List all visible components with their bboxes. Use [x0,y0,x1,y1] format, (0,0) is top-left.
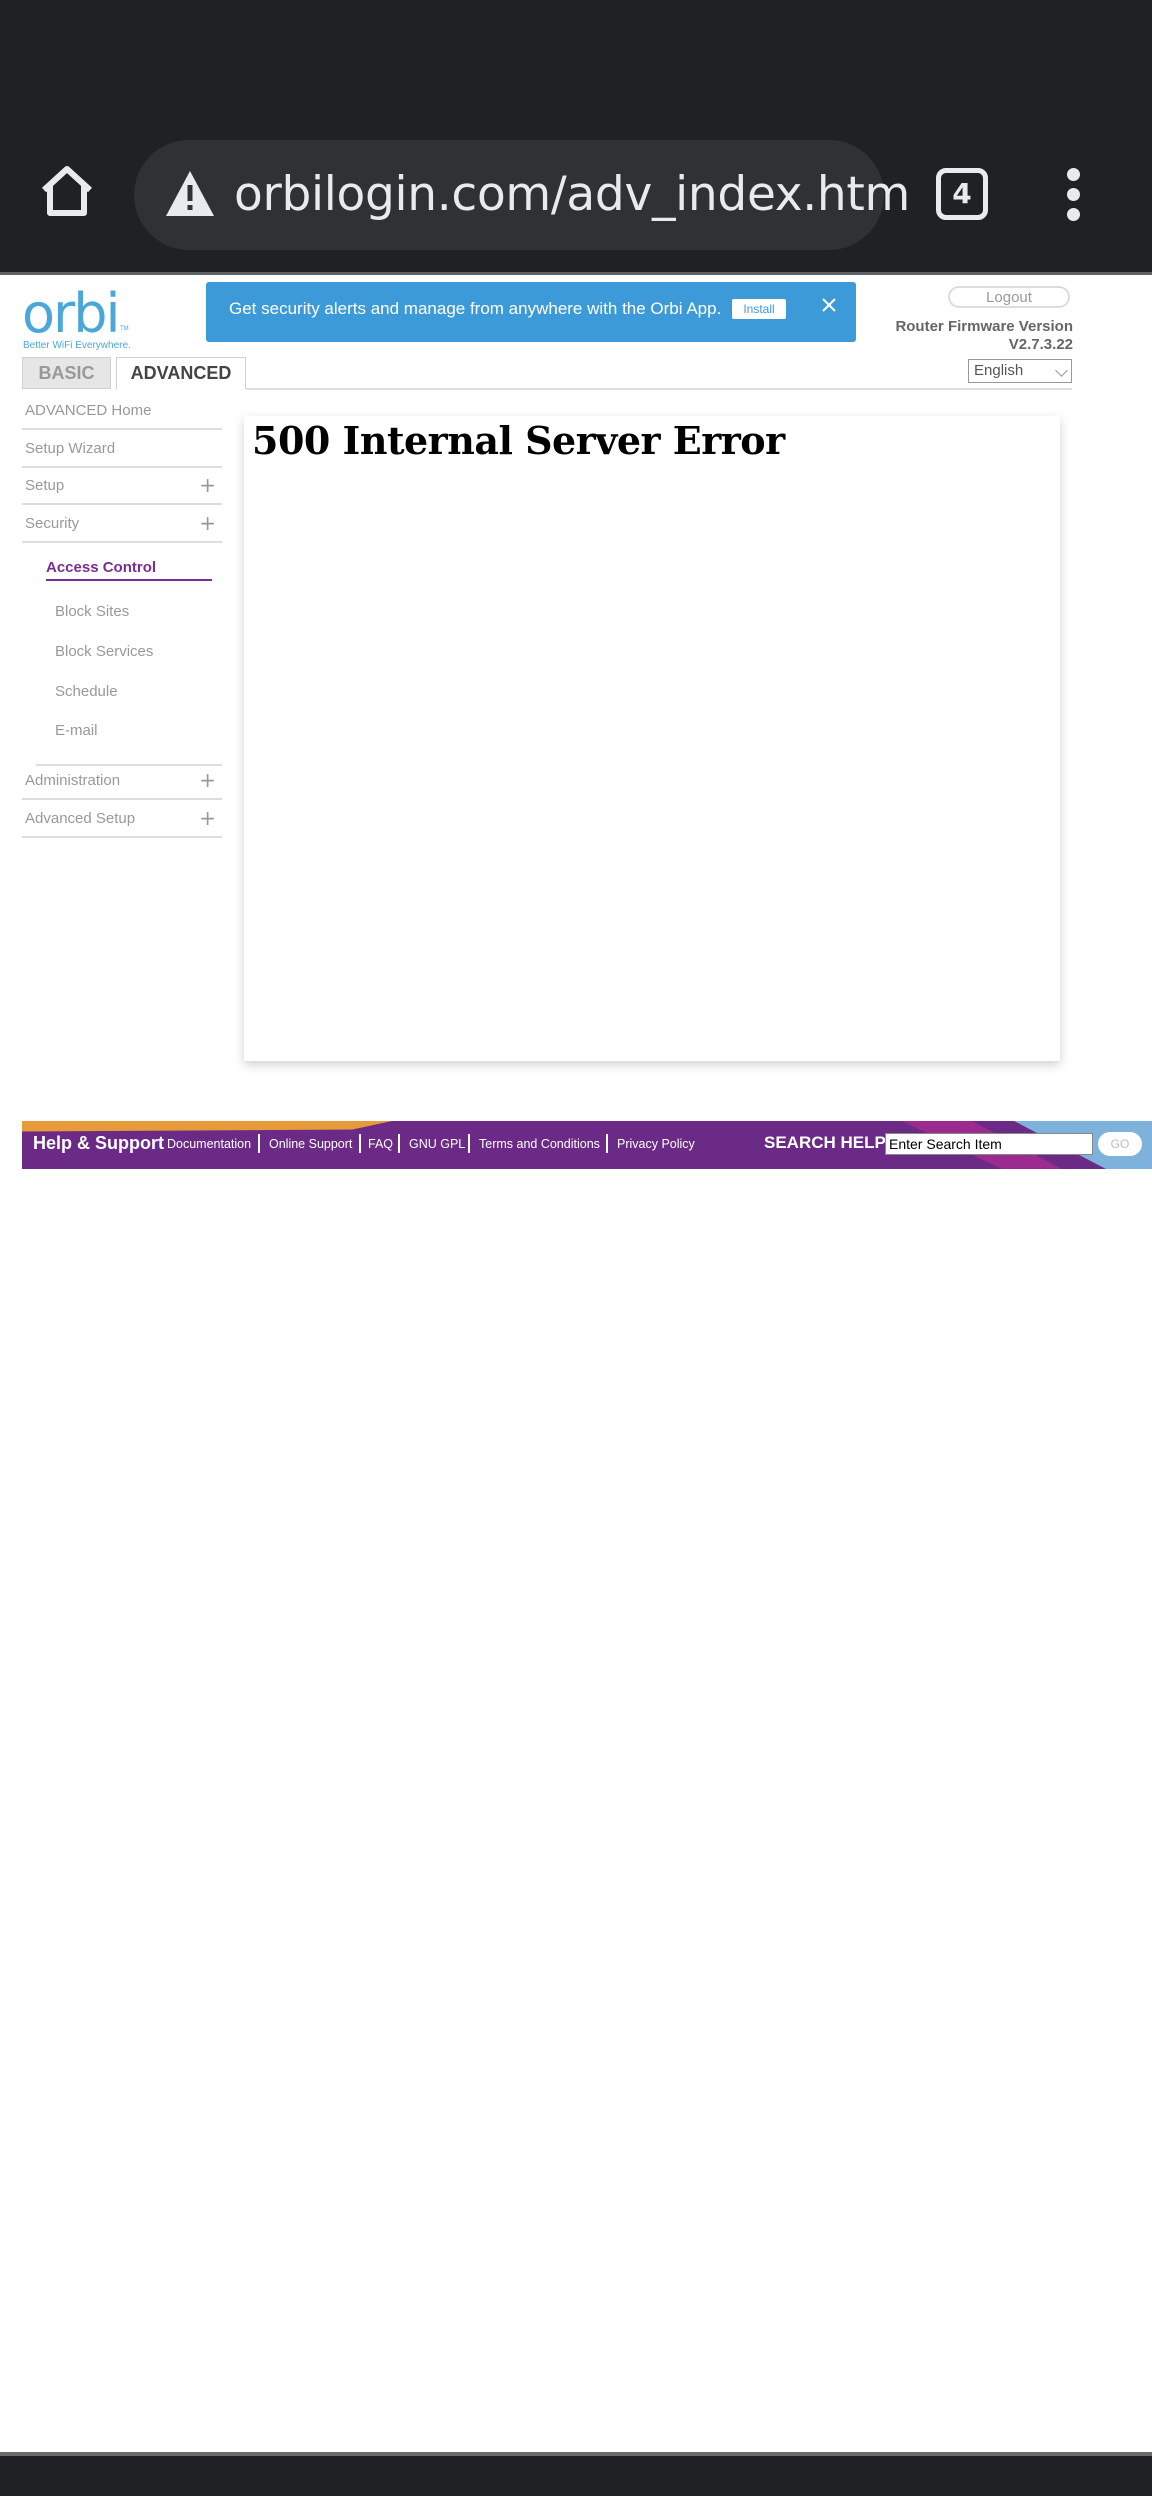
search-help-label: SEARCH HELP [764,1133,886,1152]
footer-link-online-support[interactable]: Online Support [269,1137,352,1151]
close-icon[interactable] [820,296,838,314]
help-support-footer: Help & Support Documentation Online Supp… [22,1121,1152,1169]
address-bar[interactable]: orbilogin.com/adv_index.htm [134,140,910,250]
sidebar-item-setup[interactable]: Setup + [22,469,222,505]
sidebar-item-advanced-setup[interactable]: Advanced Setup + [22,802,222,838]
language-select[interactable]: English [968,359,1072,383]
footer-separator [359,1134,361,1153]
sidebar-item-label: Setup Wizard [25,440,116,457]
tab-advanced[interactable]: ADVANCED [116,357,246,389]
sidebar-item-label: Administration [25,772,121,789]
firmware-version: V2.7.3.22 [1008,336,1073,353]
chevron-down-icon [1055,364,1068,377]
system-nav-bar [0,2456,1152,2496]
sidebar-item-security[interactable]: Security + [22,507,222,543]
footer-link-privacy[interactable]: Privacy Policy [617,1137,695,1151]
sidebar-item-advanced-home[interactable]: ADVANCED Home [22,394,222,430]
tab-divider [246,388,1072,390]
sidebar-item-administration[interactable]: Administration + [22,764,222,800]
help-support-title: Help & Support [33,1133,164,1153]
status-bar [0,0,1152,130]
footer-link-faq[interactable]: FAQ [368,1137,393,1151]
logo-trademark: TM [120,326,129,332]
footer-link-documentation[interactable]: Documentation [167,1137,251,1151]
logout-button[interactable]: Logout [948,286,1070,308]
sidebar-item-label: ADVANCED Home [25,402,152,419]
search-help-input[interactable] [885,1133,1093,1155]
warning-icon[interactable] [164,168,216,220]
sidebar-item-label: Security [25,515,80,532]
footer-separator [468,1134,470,1153]
go-button[interactable]: GO [1098,1132,1142,1156]
footer-separator [398,1134,400,1153]
active-underline [46,579,212,581]
language-value: English [974,362,1024,379]
firmware-label: Router Firmware Version [895,318,1073,335]
footer-separator [258,1134,260,1153]
tab-basic[interactable]: BASIC [22,357,111,389]
tabs-icon[interactable]: 4 [936,168,988,220]
expand-plus-icon[interactable]: + [199,513,216,533]
home-icon[interactable] [36,160,98,222]
install-button[interactable]: Install [732,299,786,319]
footer-separator [606,1134,608,1153]
url-text[interactable]: orbilogin.com/adv_index.htm [234,167,910,222]
sidebar-subitem-block-sites[interactable]: Block Sites [55,603,129,620]
expand-plus-icon[interactable]: + [199,770,216,790]
content-frame: 500 Internal Server Error [244,416,1060,1061]
logo-tagline: Better WiFi Everywhere. [23,340,131,351]
footer-link-gnu-gpl[interactable]: GNU GPL [409,1137,465,1151]
app-promo-banner: Get security alerts and manage from anyw… [206,282,856,342]
logo-wordmark: orbi [22,282,121,345]
banner-text: Get security alerts and manage from anyw… [229,299,722,318]
sidebar-item-setup-wizard[interactable]: Setup Wizard [22,432,222,468]
sidebar-subitem-block-services[interactable]: Block Services [55,643,153,660]
expand-plus-icon[interactable]: + [199,808,216,828]
error-title: 500 Internal Server Error [252,418,785,463]
sidebar-subitem-email[interactable]: E-mail [55,722,98,739]
orbi-logo[interactable]: orbi TM Better WiFi Everywhere. [22,284,132,354]
sidebar-item-label: Advanced Setup [25,810,136,827]
sidebar-subitem-schedule[interactable]: Schedule [55,683,118,700]
footer-link-terms[interactable]: Terms and Conditions [479,1137,600,1151]
sidebar-item-label: Setup [25,477,65,494]
expand-plus-icon[interactable]: + [199,475,216,495]
more-vert-icon[interactable] [1060,168,1086,222]
sidebar-subitem-access-control[interactable]: Access Control [46,559,156,576]
